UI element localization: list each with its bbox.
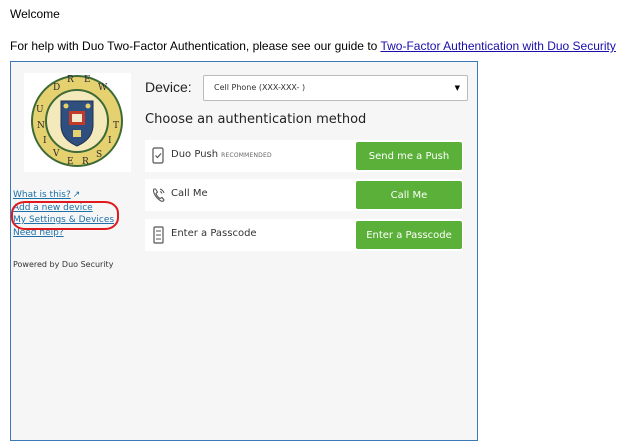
auth-method-passcode: Enter a Passcode Enter a Passcode	[145, 219, 463, 251]
seal-letter-side-6: R	[82, 157, 89, 167]
passcode-label: Enter a Passcode	[171, 228, 257, 239]
auth-method-call: Call Me Call Me	[145, 179, 463, 211]
add-new-device-link[interactable]: Add a new device	[13, 202, 114, 215]
duo-guide-link[interactable]: Two-Factor Authentication with Duo Secur…	[380, 39, 615, 53]
auth-method-heading: Choose an authentication method	[145, 112, 367, 127]
help-text: For help with Duo Two-Factor Authenticat…	[10, 39, 381, 53]
auth-method-push: Duo Push RECOMMENDED Send me a Push	[145, 140, 463, 172]
seal-letter-side-7: S	[96, 150, 102, 160]
seal-letter-top-2: R	[67, 75, 74, 85]
need-help-link[interactable]: Need help?	[13, 227, 114, 240]
seal-letter-side-9: T	[113, 121, 119, 131]
phone-call-icon	[152, 188, 165, 202]
university-seal-icon: D R E W U N I V E R S I T	[31, 75, 123, 167]
seal-letter-side-5: E	[67, 157, 74, 167]
seal-letter-side-3: I	[43, 136, 47, 146]
phone-check-icon	[152, 147, 164, 164]
device-select-value: Cell Phone (XXX-XXX- )	[214, 83, 306, 92]
send-push-button[interactable]: Send me a Push	[356, 142, 462, 170]
call-me-button[interactable]: Call Me	[356, 181, 462, 209]
my-settings-devices-link[interactable]: My Settings & Devices	[13, 214, 114, 227]
help-line: For help with Duo Two-Factor Authenticat…	[10, 39, 616, 53]
seal-letter-side-2: N	[37, 121, 45, 131]
seal-letter-top-1: D	[53, 83, 60, 93]
enter-passcode-button[interactable]: Enter a Passcode	[356, 221, 462, 249]
seal-letter-top-4: W	[98, 83, 108, 93]
dropdown-arrow-icon: ▼	[454, 84, 460, 92]
device-select[interactable]: Cell Phone (XXX-XXX- ) ▼	[203, 75, 468, 101]
device-label: Device:	[145, 79, 192, 95]
seal-letter-top-3: E	[84, 75, 91, 85]
recommended-tag: RECOMMENDED	[221, 152, 272, 159]
passcode-icon	[153, 226, 164, 244]
external-link-icon: ↗	[72, 190, 81, 200]
seal-letter-side-8: I	[108, 136, 112, 146]
powered-by-text: Powered by Duo Security	[13, 260, 114, 269]
push-label: Duo Push	[171, 149, 219, 160]
duo-frame: D R E W U N I V E R S I T What is this? ↗…	[10, 61, 478, 441]
seal-letter-side-1: U	[36, 105, 44, 115]
call-label: Call Me	[171, 188, 208, 199]
university-logo: D R E W U N I V E R S I T	[24, 73, 131, 172]
sidebar-links: What is this? ↗ Add a new device My Setti…	[13, 189, 114, 239]
welcome-text: Welcome	[10, 7, 60, 21]
what-is-this-link[interactable]: What is this? ↗	[13, 189, 114, 202]
seal-letter-side-4: V	[52, 149, 60, 159]
